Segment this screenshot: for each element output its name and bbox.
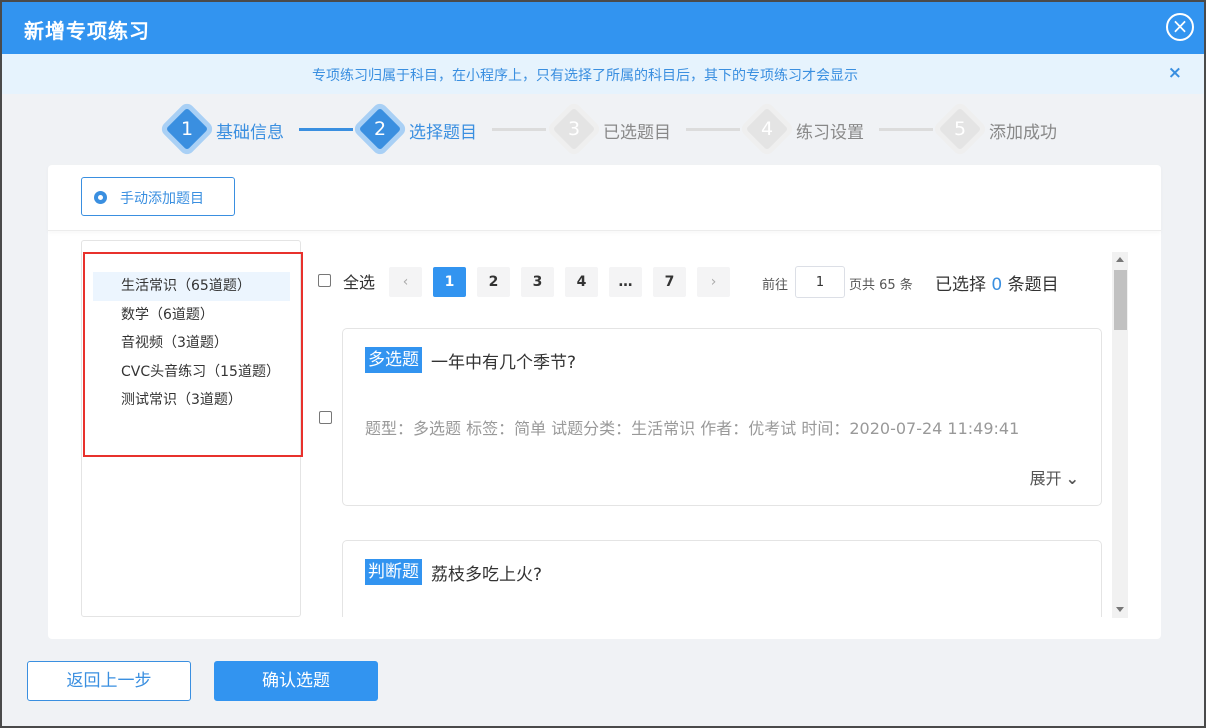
confirm-selection-button[interactable]: 确认选题	[214, 661, 378, 701]
step-4-label: 练习设置	[796, 123, 864, 143]
page-2-button[interactable]: 2	[477, 267, 510, 297]
selected-count: 0	[991, 275, 1003, 295]
step-connector-2	[492, 128, 546, 131]
question-text: 一年中有几个季节?	[431, 353, 577, 373]
step-connector-3	[686, 128, 740, 131]
expand-button[interactable]: 展开 ⌄	[1030, 465, 1079, 489]
new-practice-dialog: 新增专项练习 × 专项练习归属于科目，在小程序上，只有选择了所属的科目后，其下的…	[0, 0, 1206, 728]
scroll-thumb[interactable]	[1114, 270, 1127, 330]
step-5-label: 添加成功	[989, 123, 1057, 143]
page-4-button[interactable]: 4	[565, 267, 598, 297]
panel-header: 手动添加题目	[48, 165, 1161, 231]
step-indicator: 1 基础信息 2 选择题目 3 已选题目 4 练习设置 5 添加成功	[2, 107, 1204, 152]
scroll-down-arrow-icon[interactable]	[1116, 607, 1124, 612]
question-type-tag: 多选题	[365, 347, 422, 373]
step-1-number: 1	[180, 118, 194, 140]
notice-bar: 专项练习归属于科目，在小程序上，只有选择了所属的科目后，其下的专项练习才会显示 …	[2, 54, 1204, 94]
back-button[interactable]: 返回上一步	[27, 661, 191, 701]
chevron-down-icon: ⌄	[1065, 469, 1079, 488]
category-list: 生活常识（65道题） 数学（6道题） 音视频（3道题） CVC头音练习（15道题…	[93, 272, 290, 415]
page-1-button[interactable]: 1	[433, 267, 466, 297]
step-2-number: 2	[373, 118, 387, 140]
select-all-checkbox[interactable]	[318, 274, 331, 287]
step-2-label: 选择题目	[409, 123, 477, 143]
question-meta: 题型：多选题 标签：简单 试题分类：生活常识 作者：优考试 时间：2020-07…	[365, 419, 1020, 438]
goto-label: 前往	[762, 278, 789, 293]
question-checkbox[interactable]	[319, 411, 332, 424]
category-item-test[interactable]: 测试常识（3道题）	[93, 386, 290, 415]
radio-dot-icon	[94, 191, 107, 204]
more-pages-button[interactable]: …	[609, 267, 642, 297]
step-1-label: 基础信息	[216, 123, 284, 143]
question-type-tag: 判断题	[365, 559, 422, 585]
question-card[interactable]: 判断题 荔枝多吃上火?	[342, 540, 1102, 617]
step-connector-1	[299, 128, 353, 131]
select-all-label[interactable]: 全选	[343, 269, 375, 293]
question-text: 荔枝多吃上火?	[431, 565, 543, 585]
step-3-label: 已选题目	[603, 123, 671, 143]
step-5-number: 5	[953, 118, 967, 140]
notice-text: 专项练习归属于科目，在小程序上，只有选择了所属的科目后，其下的专项练习才会显示	[312, 68, 858, 84]
dialog-title: 新增专项练习	[24, 19, 150, 43]
page-3-button[interactable]: 3	[521, 267, 554, 297]
page-7-button[interactable]: 7	[653, 267, 686, 297]
next-page-button[interactable]: ›	[697, 267, 730, 297]
scroll-up-arrow-icon[interactable]	[1116, 257, 1124, 262]
selected-prefix: 已选择	[935, 275, 986, 295]
selected-count-info: 已选择 0 条题目	[935, 270, 1059, 295]
manual-add-button[interactable]: 手动添加题目	[81, 177, 235, 216]
notice-close-icon[interactable]: ×	[1168, 63, 1182, 83]
category-item-math[interactable]: 数学（6道题）	[93, 301, 290, 330]
prev-page-button[interactable]: ‹	[389, 267, 422, 297]
dialog-titlebar: 新增专项练习 ×	[2, 2, 1204, 54]
question-toolbar: 全选 ‹ 1 2 3 4 … 7 › 前往 页共 65 条 已选择 0 条题目	[318, 265, 1078, 299]
total-count-text: 页共 65 条	[849, 278, 913, 293]
step-3-number: 3	[567, 118, 581, 140]
question-list-scrollbar[interactable]	[1112, 252, 1128, 618]
expand-label: 展开	[1029, 469, 1062, 488]
question-card[interactable]: 多选题 一年中有几个季节? 题型：多选题 标签：简单 试题分类：生活常识 作者：…	[342, 328, 1102, 506]
question-list: 多选题 一年中有几个季节? 题型：多选题 标签：简单 试题分类：生活常识 作者：…	[318, 305, 1112, 617]
category-item-life[interactable]: 生活常识（65道题）	[93, 272, 290, 301]
goto-page-input[interactable]	[795, 266, 845, 298]
category-item-cvc[interactable]: CVC头音练习（15道题）	[93, 358, 290, 387]
category-item-av[interactable]: 音视频（3道题）	[93, 329, 290, 358]
close-circle-icon[interactable]: ×	[1166, 13, 1194, 41]
step-connector-4	[879, 128, 933, 131]
manual-add-label: 手动添加题目	[120, 191, 204, 207]
step-4-number: 4	[760, 118, 774, 140]
question-select-panel: 手动添加题目 生活常识（65道题） 数学（6道题） 音视频（3道题） CVC头音…	[48, 165, 1161, 639]
selected-suffix: 条题目	[1007, 275, 1059, 295]
